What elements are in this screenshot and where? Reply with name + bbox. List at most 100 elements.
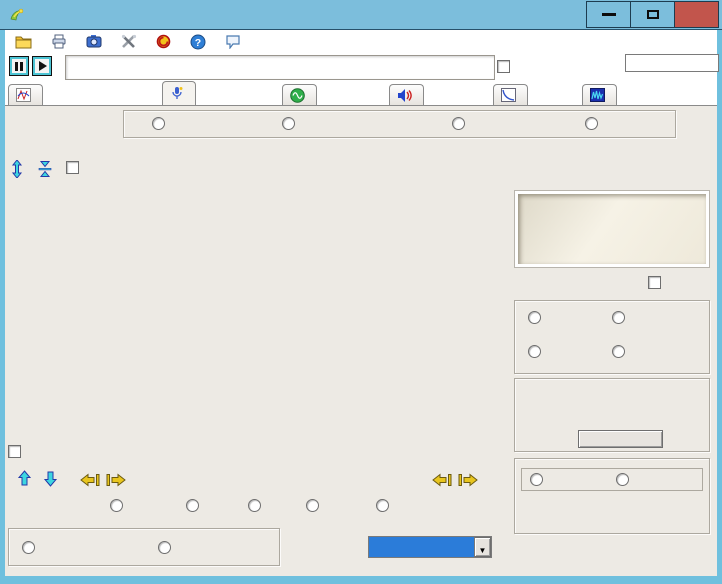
reverb-icon xyxy=(501,88,516,102)
tab-oscilloscope[interactable] xyxy=(282,84,317,105)
tab-strip xyxy=(5,81,717,106)
mode-fft-option[interactable] xyxy=(22,541,40,554)
minimize-button[interactable] xyxy=(586,1,631,28)
damping-fast-radio[interactable] xyxy=(612,311,625,324)
exposure-end-option[interactable] xyxy=(616,473,634,486)
speed-slowest-option[interactable] xyxy=(110,499,128,512)
damping-slowest-option[interactable] xyxy=(528,311,546,324)
attenuator-checkbox-row[interactable] xyxy=(497,60,515,73)
weighting-b-radio[interactable] xyxy=(452,117,465,130)
menu-about[interactable] xyxy=(225,34,246,49)
app-icon xyxy=(9,7,25,23)
reset-button[interactable] xyxy=(578,430,663,448)
spectral-contam-option[interactable] xyxy=(66,161,84,174)
speed-fastest-radio[interactable] xyxy=(306,499,319,512)
stat-row-min xyxy=(527,414,585,432)
help-icon: ? xyxy=(190,34,206,49)
pan-left-right-icon[interactable] xyxy=(432,473,453,492)
monitor-banner xyxy=(65,55,495,80)
damping-fast-option[interactable] xyxy=(612,311,630,324)
distortion-icon xyxy=(398,88,412,102)
auto-scale-checkbox[interactable] xyxy=(8,445,21,458)
attenuator-checkbox[interactable] xyxy=(497,60,510,73)
window-border-bottom xyxy=(0,576,722,584)
tab-spl-spectrum[interactable] xyxy=(162,81,196,105)
analysis-mode-group xyxy=(8,528,280,566)
microphone-icon xyxy=(172,87,183,99)
printer-icon xyxy=(52,34,66,49)
exposure-begin-radio[interactable] xyxy=(530,473,543,486)
vu-meter xyxy=(514,190,710,268)
spectrum-chart[interactable] xyxy=(38,178,512,486)
speed-impulse-radio[interactable] xyxy=(376,499,389,512)
menu-file[interactable] xyxy=(15,34,37,49)
exposure-begin-option[interactable] xyxy=(530,473,548,486)
play-button[interactable] xyxy=(32,56,52,76)
damping-slowest-radio[interactable] xyxy=(528,311,541,324)
speed-slowest-radio[interactable] xyxy=(110,499,123,512)
menu-snap[interactable] xyxy=(86,34,107,49)
exposure-end-radio[interactable] xyxy=(616,473,629,486)
menu-config[interactable] xyxy=(121,34,142,49)
pause-button[interactable] xyxy=(9,56,29,76)
weighting-none-radio[interactable] xyxy=(152,117,165,130)
weighting-a-option[interactable] xyxy=(282,117,300,130)
speed-impulse-option[interactable] xyxy=(376,499,394,512)
menu-bar: ? xyxy=(5,30,717,53)
scale-up-arrow-icon[interactable] xyxy=(16,470,33,492)
weighting-none-option[interactable] xyxy=(152,117,170,130)
damping-impulse-option[interactable] xyxy=(612,345,630,358)
camera-icon xyxy=(86,35,102,48)
play-icon xyxy=(39,61,47,71)
pan-left-icon[interactable] xyxy=(80,473,101,492)
vu-meter-face xyxy=(518,194,706,264)
mode-fft-radio[interactable] xyxy=(22,541,35,554)
pan-right-right-icon[interactable] xyxy=(457,473,478,492)
maximize-icon xyxy=(646,10,659,19)
speed-slow-radio[interactable] xyxy=(186,499,199,512)
expand-vertical-icon[interactable] xyxy=(8,159,26,183)
menu-help[interactable]: ? xyxy=(190,34,211,50)
damping-slow-radio[interactable] xyxy=(528,345,541,358)
damping-slow-option[interactable] xyxy=(528,345,546,358)
auto-scale-option[interactable] xyxy=(8,445,26,458)
folder-icon xyxy=(15,36,32,49)
bass-decay-icon xyxy=(590,88,605,102)
speech-bubble-icon xyxy=(226,35,240,49)
maximize-button[interactable] xyxy=(630,1,675,28)
range-auto-checkbox[interactable] xyxy=(648,276,661,289)
tab-frequency-response[interactable] xyxy=(8,84,43,105)
smoothing-dropdown[interactable] xyxy=(368,536,492,558)
spectral-contam-checkbox[interactable] xyxy=(66,161,79,174)
window-border-left xyxy=(0,30,5,576)
weighting-c-option[interactable] xyxy=(585,117,603,130)
mode-rta-option[interactable] xyxy=(158,541,176,554)
speed-slow-option[interactable] xyxy=(186,499,204,512)
tools-icon xyxy=(121,34,137,48)
damping-impulse-radio[interactable] xyxy=(612,345,625,358)
svg-text:?: ? xyxy=(195,37,201,49)
generator-icon xyxy=(156,34,171,49)
weighting-c-radio[interactable] xyxy=(585,117,598,130)
weighting-a-radio[interactable] xyxy=(282,117,295,130)
dropdown-arrow-icon[interactable] xyxy=(474,537,491,557)
title-bar xyxy=(0,0,722,30)
exposure-radio-box xyxy=(521,468,703,491)
speed-fast-radio[interactable] xyxy=(248,499,261,512)
tab-bass-decay[interactable] xyxy=(582,84,617,105)
menu-generator[interactable] xyxy=(156,34,176,49)
mode-rta-radio[interactable] xyxy=(158,541,171,554)
speed-fast-option[interactable] xyxy=(248,499,266,512)
menu-print[interactable] xyxy=(51,34,72,49)
speed-fastest-option[interactable] xyxy=(306,499,324,512)
scale-down-arrow-icon[interactable] xyxy=(42,470,59,492)
tab-reverb-etc[interactable] xyxy=(493,84,528,105)
minimize-icon xyxy=(601,13,616,16)
range-auto-option[interactable] xyxy=(648,276,666,289)
app-window: ? xyxy=(0,0,722,584)
weighting-b-option[interactable] xyxy=(452,117,470,130)
tab-h-distortion[interactable] xyxy=(389,84,424,105)
input-gain-field[interactable] xyxy=(625,54,719,72)
pan-right-icon[interactable] xyxy=(105,473,126,492)
close-button[interactable] xyxy=(674,1,719,28)
